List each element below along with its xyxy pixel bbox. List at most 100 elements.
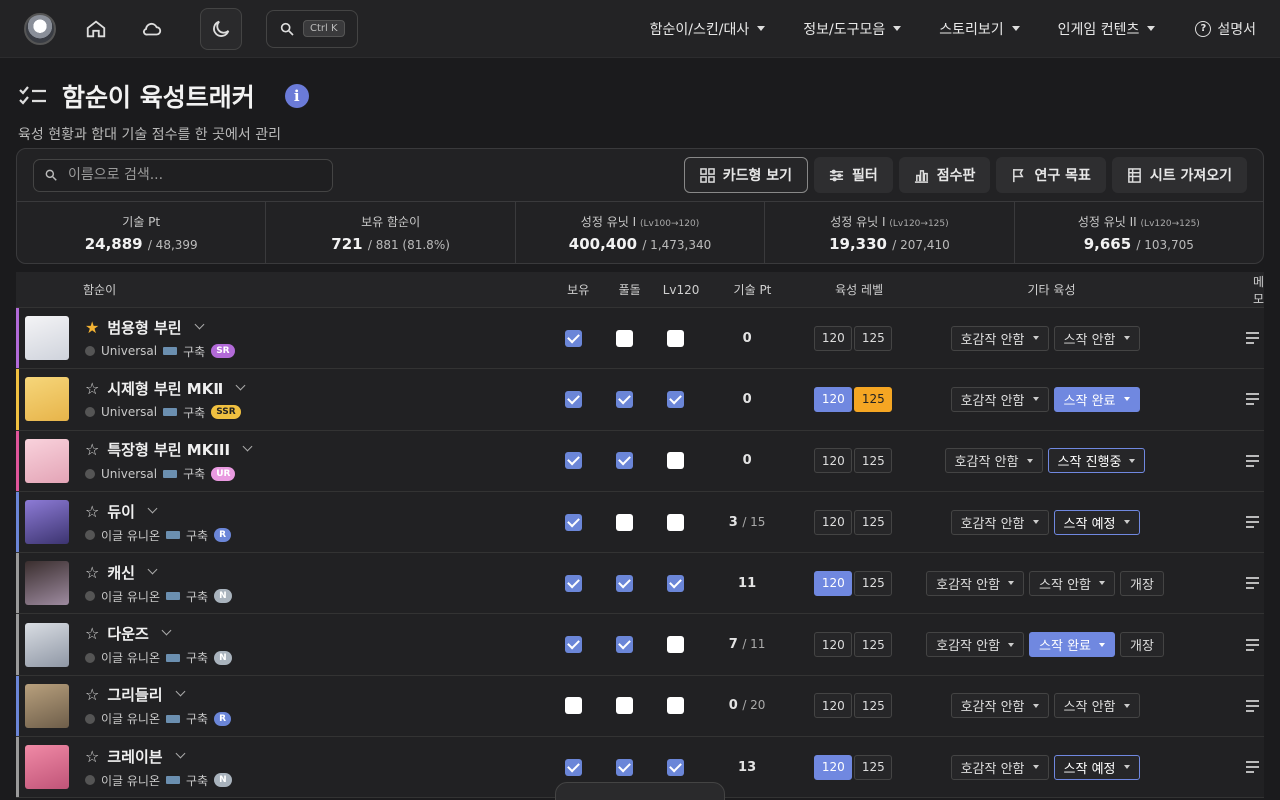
chevron-down-icon[interactable] <box>235 380 246 391</box>
checkbox-full[interactable] <box>616 636 634 654</box>
level-125-button[interactable]: 125 <box>854 386 893 412</box>
checkbox-own[interactable] <box>564 697 582 715</box>
checkbox-full[interactable] <box>616 329 634 347</box>
checkbox-lv120[interactable] <box>667 636 685 654</box>
chevron-down-icon[interactable] <box>161 625 172 636</box>
filter-button[interactable]: 필터 <box>814 157 893 193</box>
level-120-button[interactable]: 120 <box>814 632 853 658</box>
favorite-star-icon[interactable]: ☆ <box>85 502 99 521</box>
level-120-button[interactable]: 120 <box>814 325 853 351</box>
nav-story[interactable]: 스토리보기 <box>939 19 1020 39</box>
nav-ingame[interactable]: 인게임 컨텐츠 <box>1058 19 1156 39</box>
search-input[interactable] <box>68 167 308 183</box>
favorite-star-icon[interactable]: ☆ <box>85 685 99 704</box>
global-search-button[interactable]: Ctrl K <box>266 9 358 48</box>
checkbox-lv120[interactable] <box>667 758 685 776</box>
progress-dropdown[interactable]: 스작 완료 <box>1029 632 1116 658</box>
chevron-down-icon[interactable] <box>175 748 185 759</box>
checkbox-lv120[interactable] <box>667 697 685 715</box>
cloud-icon[interactable] <box>132 9 172 49</box>
chevron-down-icon[interactable] <box>175 686 185 697</box>
memo-edit-icon[interactable] <box>1245 575 1264 591</box>
import-sheet-button[interactable]: 시트 가져오기 <box>1111 157 1247 193</box>
memo-edit-icon[interactable] <box>1245 453 1264 469</box>
chevron-down-icon[interactable] <box>147 564 158 575</box>
retrofit-button[interactable]: 개장 <box>1120 570 1164 596</box>
progress-dropdown[interactable]: 호감작 안함 <box>950 325 1049 351</box>
checkbox-full[interactable] <box>616 758 634 776</box>
progress-dropdown[interactable]: 스작 예정 <box>1053 509 1140 535</box>
header-level[interactable]: 육성 레벨 <box>798 281 920 298</box>
nav-info-tools[interactable]: 정보/도구모음 <box>803 19 902 39</box>
checkbox-own[interactable] <box>564 758 582 776</box>
checkbox-full[interactable] <box>616 452 634 470</box>
favorite-star-icon[interactable]: ☆ <box>85 440 99 459</box>
level-125-button[interactable]: 125 <box>854 325 893 351</box>
chevron-down-icon[interactable] <box>147 503 158 513</box>
checkbox-lv120[interactable] <box>667 329 685 347</box>
checkbox-full[interactable] <box>616 574 634 592</box>
checkbox-lv120[interactable] <box>667 452 685 470</box>
checkbox-own[interactable] <box>564 390 582 408</box>
favorite-star-icon[interactable]: ☆ <box>85 563 99 582</box>
progress-dropdown[interactable]: 호감작 안함 <box>944 448 1043 474</box>
header-pt[interactable]: 기술 Pt <box>707 281 798 298</box>
memo-edit-icon[interactable] <box>1245 391 1264 407</box>
level-120-button[interactable]: 120 <box>814 754 853 780</box>
retrofit-button[interactable]: 개장 <box>1120 632 1164 658</box>
level-125-button[interactable]: 125 <box>854 448 893 474</box>
checkbox-own[interactable] <box>564 636 582 654</box>
favorite-star-icon[interactable]: ★ <box>85 318 99 337</box>
progress-dropdown[interactable]: 스작 안함 <box>1053 693 1140 719</box>
nav-ships[interactable]: 함순이/스킨/대사 <box>650 19 766 39</box>
checkbox-full[interactable] <box>616 697 634 715</box>
info-icon[interactable]: i <box>284 84 309 108</box>
memo-edit-icon[interactable] <box>1245 759 1264 775</box>
progress-dropdown[interactable]: 스작 완료 <box>1053 386 1140 412</box>
level-125-button[interactable]: 125 <box>854 632 893 658</box>
level-125-button[interactable]: 125 <box>854 509 893 535</box>
checkbox-own[interactable] <box>564 452 582 470</box>
checkbox-own[interactable] <box>564 329 582 347</box>
progress-dropdown[interactable]: 호감작 안함 <box>926 632 1025 658</box>
dark-mode-toggle[interactable] <box>200 7 242 50</box>
checkbox-own[interactable] <box>564 513 582 531</box>
name-search[interactable] <box>33 158 333 192</box>
card-view-button[interactable]: 카드형 보기 <box>683 157 809 193</box>
progress-dropdown[interactable]: 호감작 안함 <box>950 509 1049 535</box>
progress-dropdown[interactable]: 스작 안함 <box>1029 570 1116 596</box>
level-120-button[interactable]: 120 <box>814 693 853 719</box>
progress-dropdown[interactable]: 스작 진행중 <box>1047 448 1146 474</box>
header-lv120[interactable]: Lv120 <box>655 283 706 297</box>
level-125-button[interactable]: 125 <box>854 693 893 719</box>
level-120-button[interactable]: 120 <box>814 448 853 474</box>
checkbox-full[interactable] <box>616 513 634 531</box>
level-120-button[interactable]: 120 <box>814 386 853 412</box>
checkbox-lv120[interactable] <box>667 390 685 408</box>
progress-dropdown[interactable]: 스작 안함 <box>1053 325 1140 351</box>
progress-dropdown[interactable]: 호감작 안함 <box>950 386 1049 412</box>
checkbox-full[interactable] <box>616 390 634 408</box>
research-goal-button[interactable]: 연구 목표 <box>996 157 1106 193</box>
level-120-button[interactable]: 120 <box>814 509 853 535</box>
floating-dock[interactable] <box>555 782 725 800</box>
level-120-button[interactable]: 120 <box>814 570 853 596</box>
favorite-star-icon[interactable]: ☆ <box>85 747 99 766</box>
progress-dropdown[interactable]: 호감작 안함 <box>950 754 1049 780</box>
progress-dropdown[interactable]: 호감작 안함 <box>926 570 1025 596</box>
level-125-button[interactable]: 125 <box>854 570 893 596</box>
memo-edit-icon[interactable] <box>1245 698 1264 714</box>
progress-dropdown[interactable]: 스작 예정 <box>1053 754 1140 780</box>
progress-dropdown[interactable]: 호감작 안함 <box>950 693 1049 719</box>
scoreboard-button[interactable]: 점수판 <box>898 157 991 193</box>
help-link[interactable]: ? 설명서 <box>1195 19 1256 39</box>
header-full[interactable]: 풀돌 <box>604 281 655 298</box>
header-name[interactable]: 함순이 <box>16 281 553 298</box>
chevron-down-icon[interactable] <box>194 319 205 330</box>
header-own[interactable]: 보유 <box>553 281 604 298</box>
checkbox-lv120[interactable] <box>667 513 685 531</box>
home-icon[interactable] <box>76 9 116 49</box>
memo-edit-icon[interactable] <box>1245 514 1264 530</box>
checkbox-lv120[interactable] <box>667 574 685 592</box>
chevron-down-icon[interactable] <box>242 441 253 452</box>
